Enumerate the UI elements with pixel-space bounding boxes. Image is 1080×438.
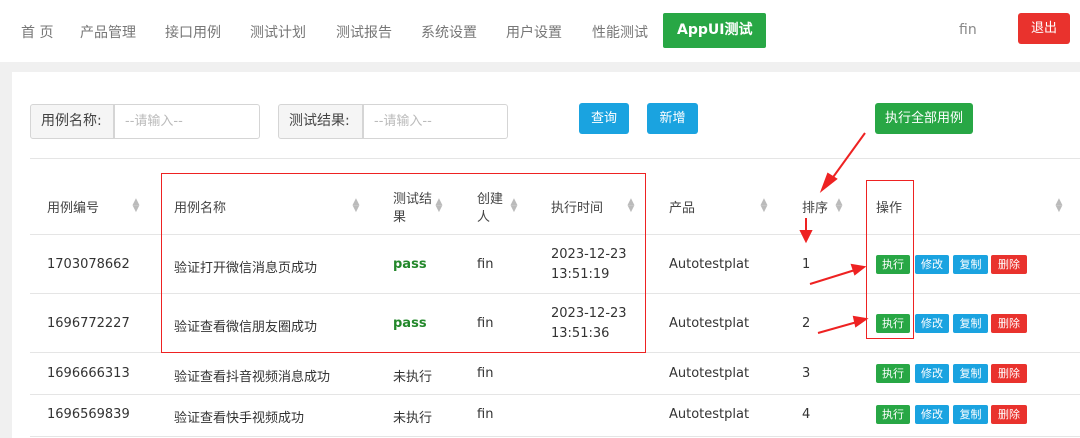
copy-button[interactable]: 复制 (953, 314, 988, 333)
cell-case-id: 1696569839 (47, 407, 130, 422)
cell-case-name: 验证查看快手视频成功 (174, 411, 305, 426)
delete-button[interactable]: 删除 (991, 364, 1027, 383)
cell-order: 2 (802, 316, 811, 331)
cell-product: Autotestplat (669, 316, 750, 331)
copy-button[interactable]: 复制 (953, 364, 988, 383)
cell-case-id: 1703078662 (47, 257, 130, 272)
th-order[interactable]: 排序 (802, 197, 828, 216)
cell-case-name: 验证查看抖音视频消息成功 (174, 370, 331, 385)
exec-button[interactable]: 执行 (876, 364, 910, 383)
th-product[interactable]: 产品 (669, 197, 695, 216)
copy-button[interactable]: 复制 (953, 405, 988, 424)
row-divider (30, 436, 1080, 437)
cell-creator: fin (477, 366, 494, 381)
sort-icon[interactable]: ▲ ▼ (132, 198, 140, 214)
sort-icon[interactable]: ▲ ▼ (1055, 198, 1063, 214)
nav-home[interactable]: 首 页 (21, 22, 53, 42)
nav-api-cases[interactable]: 接口用例 (165, 22, 221, 42)
delete-button[interactable]: 删除 (991, 255, 1027, 274)
case-name-label: 用例名称: (30, 104, 114, 139)
cell-case-id: 1696772227 (47, 316, 130, 331)
highlight-box-case-info (161, 173, 646, 353)
nav-appui-test[interactable]: AppUI测试 (663, 13, 767, 48)
row-divider (30, 394, 1080, 395)
nav-test-report[interactable]: 测试报告 (336, 22, 392, 42)
nav-performance-test[interactable]: 性能测试 (592, 22, 648, 42)
cell-order: 3 (802, 366, 811, 381)
cell-case-id: 1696666313 (47, 366, 130, 381)
cell-order: 4 (802, 407, 811, 422)
delete-button[interactable]: 删除 (991, 314, 1027, 333)
nav-product-management[interactable]: 产品管理 (80, 22, 136, 42)
cell-test-result: 未执行 (393, 370, 433, 385)
cell-product: Autotestplat (669, 366, 750, 381)
edit-button[interactable]: 修改 (915, 405, 949, 424)
add-button[interactable]: 新增 (647, 103, 698, 134)
case-name-input[interactable] (114, 104, 260, 139)
edit-button[interactable]: 修改 (915, 314, 949, 333)
test-result-label: 测试结果: (278, 104, 363, 139)
edit-button[interactable]: 修改 (915, 364, 949, 383)
top-nav: 首 页 产品管理 接口用例 测试计划 测试报告 系统设置 用户设置 性能测试 A… (0, 0, 1080, 62)
cell-creator: fin (477, 407, 494, 422)
query-button[interactable]: 查询 (579, 103, 629, 134)
cell-product: Autotestplat (669, 257, 750, 272)
nav-system-settings[interactable]: 系统设置 (421, 22, 477, 42)
delete-button[interactable]: 删除 (991, 405, 1027, 424)
edit-button[interactable]: 修改 (915, 255, 949, 274)
test-result-input[interactable] (363, 104, 508, 139)
highlight-box-exec-column (866, 180, 914, 339)
nav-user-settings[interactable]: 用户设置 (506, 22, 562, 42)
sort-icon[interactable]: ▲ ▼ (835, 198, 843, 214)
nav-test-plan[interactable]: 测试计划 (250, 22, 306, 42)
current-user: fin (959, 22, 977, 38)
exec-button[interactable]: 执行 (876, 405, 910, 424)
cell-product: Autotestplat (669, 407, 750, 422)
cell-order: 1 (802, 257, 811, 272)
th-case-id[interactable]: 用例编号 (47, 197, 99, 216)
table-top-border (30, 158, 1080, 159)
run-all-button[interactable]: 执行全部用例 (875, 103, 973, 134)
copy-button[interactable]: 复制 (953, 255, 988, 274)
cell-test-result: 未执行 (393, 411, 433, 426)
sort-icon[interactable]: ▲ ▼ (760, 198, 768, 214)
logout-button[interactable]: 退出 (1018, 13, 1070, 44)
